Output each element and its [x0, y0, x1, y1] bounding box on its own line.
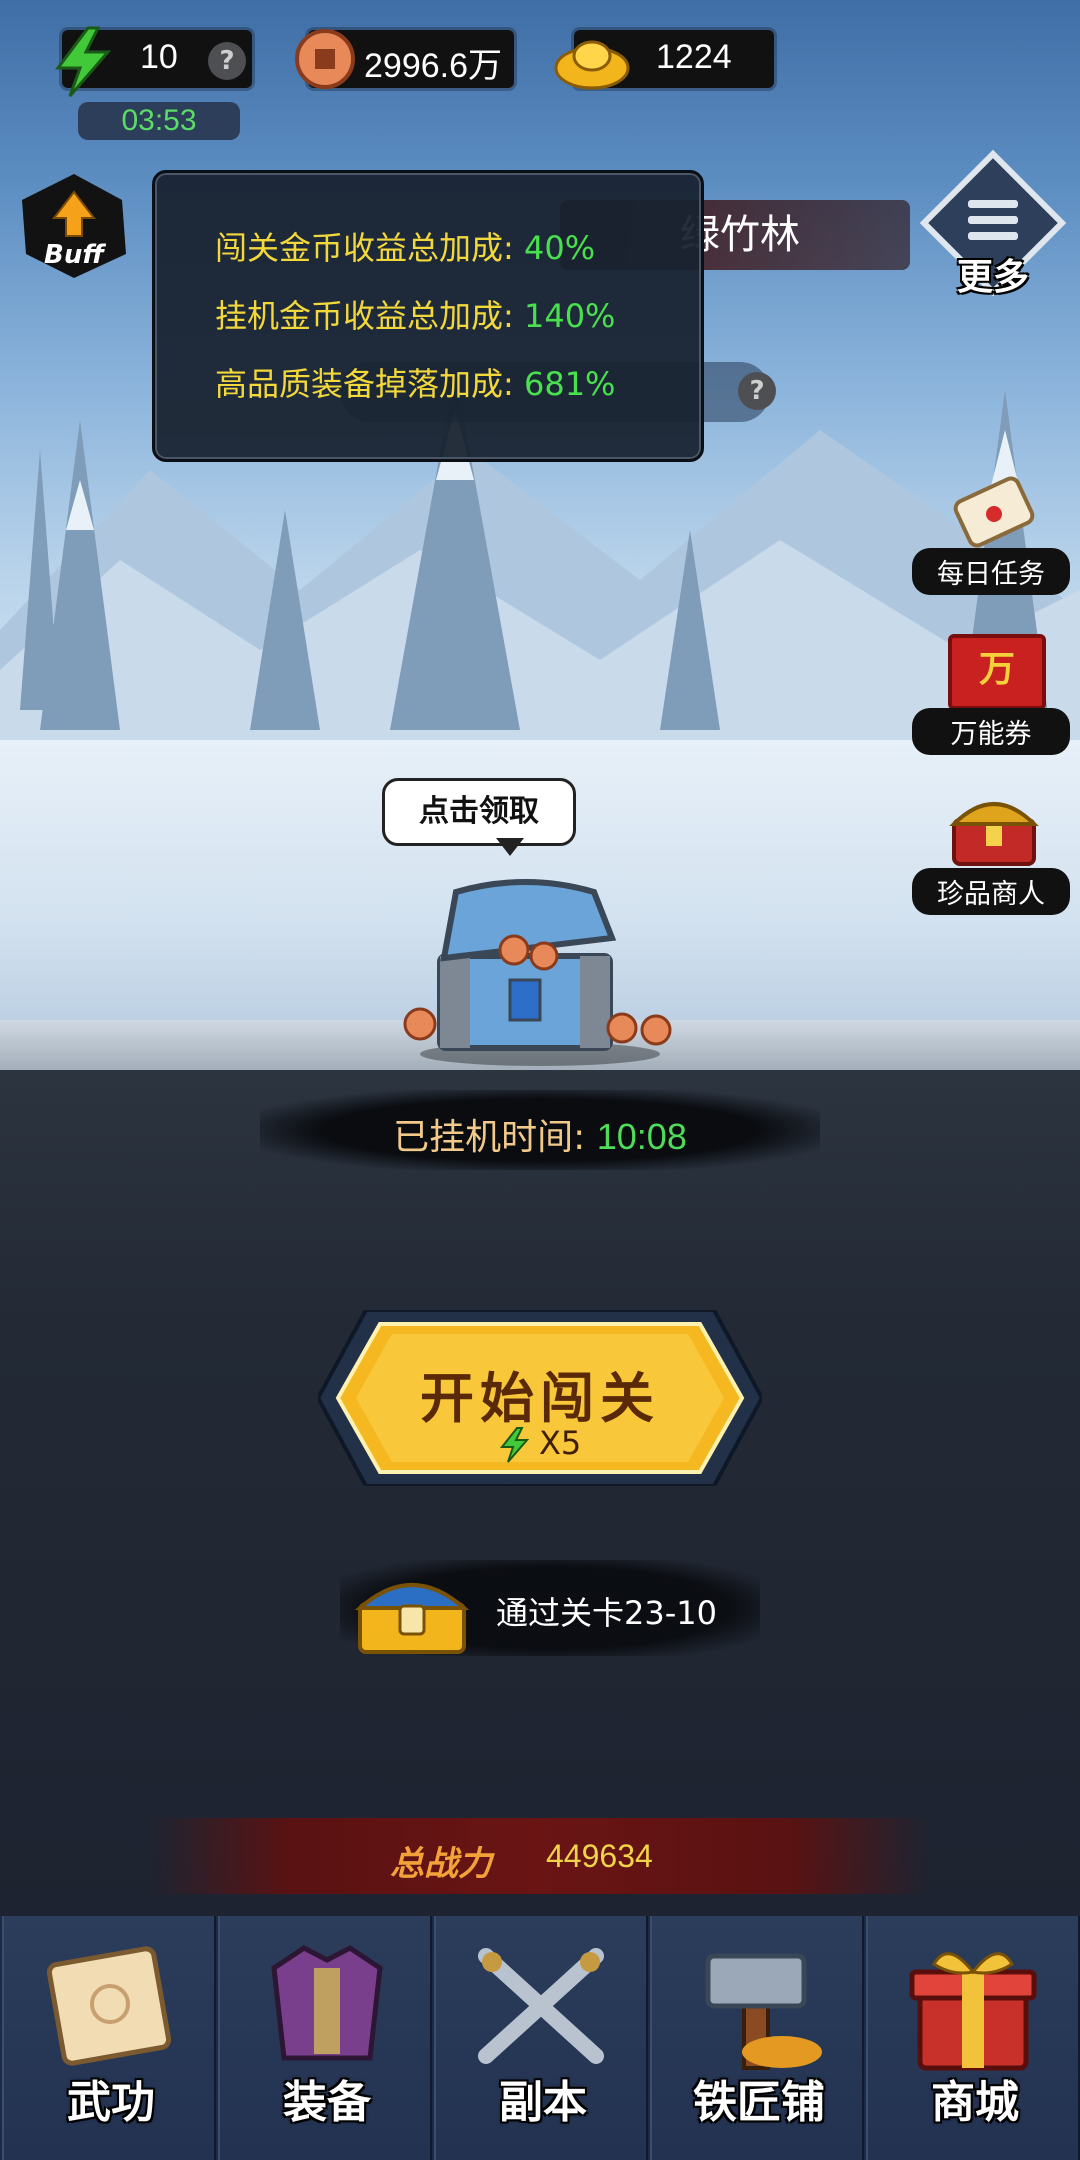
claim-bubble-tail — [496, 838, 524, 856]
blue-gold-chest-icon — [354, 1583, 470, 1654]
martial-scroll-icon — [46, 1946, 172, 2066]
gold-value: 1224 — [656, 38, 732, 76]
buff-value: 140% — [523, 297, 616, 335]
copper-coin-icon — [295, 29, 355, 89]
idle-time-value: 10:08 — [596, 1116, 687, 1157]
nav-equipment-label: 装备 — [283, 2077, 371, 2128]
energy-timer: 03:53 — [78, 102, 240, 140]
nav-martial-arts[interactable]: 武功 — [2, 1916, 216, 2160]
buff-line-equip-drop: 高品质装备掉落加成: 681% — [215, 359, 615, 405]
gold-ingot-icon — [554, 40, 630, 90]
buff-label: 高品质装备掉落加成: — [215, 365, 514, 403]
total-power-label: 总战力 — [390, 1844, 492, 1884]
gift-box-icon — [909, 1952, 1037, 2071]
start-cost: X5 — [318, 1424, 762, 1463]
coins-value: 2996.6万 — [364, 47, 502, 85]
claim-bubble[interactable]: 点击领取 — [382, 778, 576, 846]
nav-dungeon[interactable]: 副本 — [434, 1916, 648, 2160]
dark-ground — [0, 1070, 1080, 1920]
voucher-icon: 万 — [948, 634, 1046, 710]
nav-blacksmith-label: 铁匠铺 — [693, 2077, 825, 2128]
start-cost-value: X5 — [538, 1424, 582, 1462]
daily-tasks-label: 每日任务 — [912, 548, 1070, 595]
nav-dungeon-label: 副本 — [499, 2077, 587, 2128]
idle-time-label: 已挂机时间: — [393, 1117, 586, 1158]
treasure-merchant-label: 珍品商人 — [912, 868, 1070, 915]
start-stage-label: 开始闯关 — [420, 1367, 660, 1430]
stage-help-icon[interactable]: ? — [738, 372, 776, 410]
buff-label: 挂机金币收益总加成: — [215, 297, 514, 335]
total-power-bar: 总战力 449634 — [150, 1818, 930, 1894]
buff-value: 681% — [523, 365, 616, 403]
treasure-merchant-button[interactable]: 珍品商人 — [912, 790, 1070, 915]
golden-chest-icon — [949, 802, 1039, 866]
nav-equipment[interactable]: 装备 — [218, 1916, 432, 2160]
lightning-icon — [499, 1427, 529, 1463]
idle-treasure-chest[interactable] — [390, 868, 690, 1068]
buff-line-idle-coin: 挂机金币收益总加成: 140% — [215, 291, 615, 337]
hammer-icon — [705, 1953, 822, 2070]
buff-label: 闯关金币收益总加成: — [215, 229, 514, 267]
buff-button-label: Buff — [44, 240, 104, 270]
more-button[interactable]: 更多 — [918, 148, 1068, 298]
start-stage-button[interactable]: 开始闯关 X5 — [318, 1310, 762, 1486]
stage-reward-text: 通过关卡23-10 — [496, 1594, 717, 1632]
idle-time-text: 已挂机时间: 10:08 — [260, 1108, 820, 1160]
more-button-label: 更多 — [956, 257, 1029, 298]
total-power-value: 449634 — [546, 1838, 653, 1874]
nav-martial-arts-label: 武功 — [67, 2077, 155, 2128]
crossed-swords-icon — [478, 1948, 604, 2064]
buff-line-stage-coin: 闯关金币收益总加成: 40% — [215, 223, 595, 269]
bottom-nav: 武功 装备 副本 铁匠铺 商城 — [0, 1916, 1080, 2160]
nav-shop[interactable]: 商城 — [866, 1916, 1080, 2160]
nav-blacksmith[interactable]: 铁匠铺 — [650, 1916, 864, 2160]
lightning-icon — [55, 26, 112, 97]
scroll-icon — [953, 476, 1035, 548]
idle-time-banner: 已挂机时间: 10:08 — [260, 1090, 820, 1170]
buff-tooltip: 闯关金币收益总加成: 40% 挂机金币收益总加成: 140% 高品质装备掉落加成… — [152, 170, 704, 462]
voucher-label: 万能券 — [912, 708, 1070, 755]
buff-button[interactable]: Buff — [18, 170, 130, 282]
energy-value: 10 — [140, 38, 178, 76]
nav-shop-label: 商城 — [931, 2077, 1019, 2128]
daily-tasks-button[interactable]: 每日任务 — [912, 470, 1070, 595]
armor-icon — [271, 1945, 383, 2061]
buff-value: 40% — [523, 229, 596, 267]
voucher-button[interactable]: 万 万能券 — [912, 630, 1070, 755]
energy-help-icon[interactable]: ? — [208, 42, 246, 80]
stage-reward-banner[interactable]: 通过关卡23-10 — [340, 1560, 760, 1656]
